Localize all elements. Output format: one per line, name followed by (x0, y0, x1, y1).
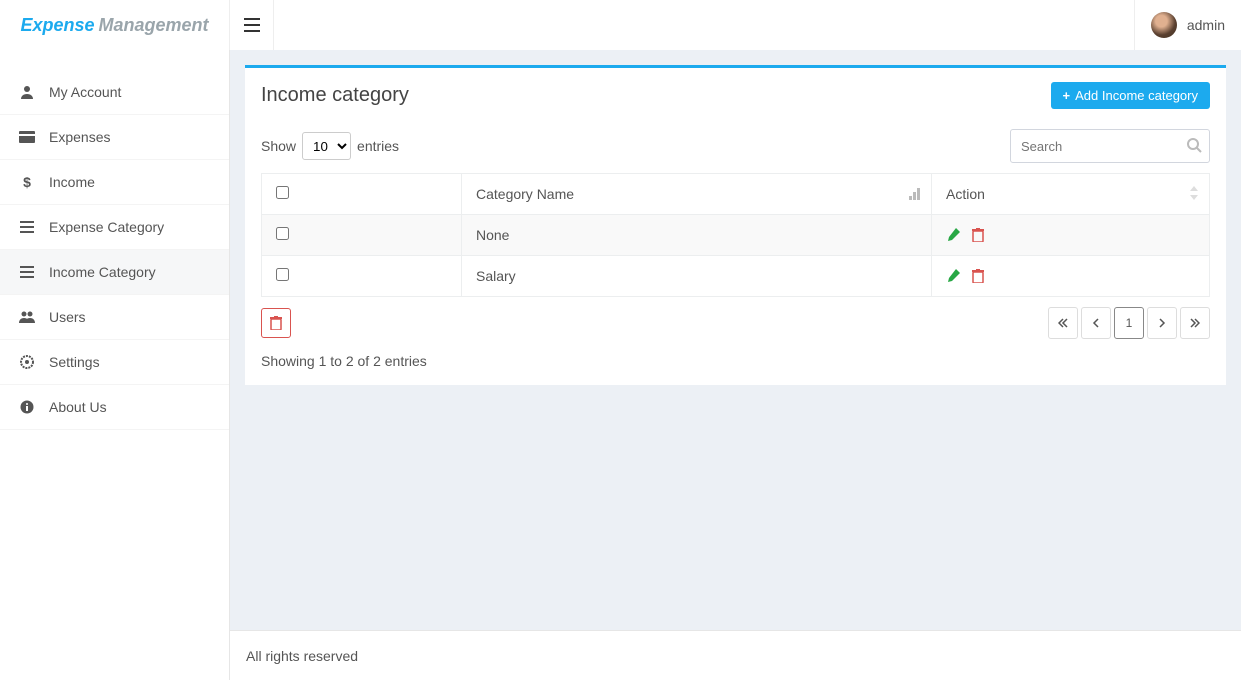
pagination: 1 (1045, 307, 1210, 339)
username-label: admin (1187, 17, 1225, 33)
header-label: Action (946, 186, 985, 202)
panel: Income category + Add Income category Sh… (245, 65, 1226, 385)
sort-icon (1189, 186, 1199, 200)
delete-button[interactable] (972, 228, 984, 242)
card-icon (15, 131, 39, 143)
table-row: Salary (262, 256, 1210, 297)
logo-text-1: Expense (20, 15, 94, 36)
sidebar-item-about-us[interactable]: About Us (0, 385, 229, 430)
show-label: Show (261, 138, 296, 154)
sidebar-item-settings[interactable]: Settings (0, 340, 229, 385)
top-header: Expense Management admin (0, 0, 1241, 50)
gear-icon (15, 355, 39, 369)
page-last-button[interactable] (1180, 307, 1210, 339)
search-input[interactable] (1010, 129, 1210, 163)
category-name-cell: None (462, 215, 932, 256)
dollar-icon: $ (15, 174, 39, 190)
action-header[interactable]: Action (932, 174, 1210, 215)
chevrons-right-icon (1190, 318, 1200, 328)
header-label: Category Name (476, 186, 574, 202)
search-wrap (1010, 129, 1210, 163)
sidebar-item-label: Expense Category (49, 219, 164, 235)
trash-icon (270, 316, 282, 330)
entries-select[interactable]: 10 (302, 132, 351, 160)
page-number-button[interactable]: 1 (1114, 307, 1144, 339)
chevron-right-icon (1158, 318, 1166, 328)
table-row: None (262, 215, 1210, 256)
sidebar-item-income[interactable]: $ Income (0, 160, 229, 205)
table-footer-controls: 1 (261, 307, 1210, 339)
sidebar-item-label: About Us (49, 399, 107, 415)
page-next-button[interactable] (1147, 307, 1177, 339)
page-prev-button[interactable] (1081, 307, 1111, 339)
sidebar-toggle-button[interactable] (230, 0, 274, 50)
search-icon (1186, 137, 1202, 153)
users-icon (15, 311, 39, 323)
entries-control: Show 10 entries (261, 132, 399, 160)
sidebar-item-label: My Account (49, 84, 121, 100)
sidebar-item-label: Income (49, 174, 95, 190)
main-content: Income category + Add Income category Sh… (230, 50, 1241, 630)
add-income-category-button[interactable]: + Add Income category (1051, 82, 1210, 109)
list-icon (15, 221, 39, 233)
user-icon (15, 85, 39, 99)
table-controls: Show 10 entries (261, 123, 1210, 173)
sort-asc-icon (909, 186, 921, 200)
category-name-header[interactable]: Category Name (462, 174, 932, 215)
edit-button[interactable] (946, 228, 960, 242)
sidebar-item-my-account[interactable]: My Account (0, 70, 229, 115)
sidebar-item-label: Income Category (49, 264, 156, 280)
row-checkbox[interactable] (276, 268, 289, 281)
panel-header: Income category + Add Income category (245, 68, 1226, 123)
sidebar-item-expense-category[interactable]: Expense Category (0, 205, 229, 250)
page-number-label: 1 (1126, 316, 1133, 330)
hamburger-icon (244, 18, 260, 32)
user-menu[interactable]: admin (1134, 0, 1241, 50)
avatar (1151, 12, 1177, 38)
page-first-button[interactable] (1048, 307, 1078, 339)
chevrons-left-icon (1058, 318, 1068, 328)
sidebar-item-label: Expenses (49, 129, 110, 145)
bulk-delete-button[interactable] (261, 308, 291, 338)
sidebar-item-label: Settings (49, 354, 100, 370)
sidebar-item-expenses[interactable]: Expenses (0, 115, 229, 160)
edit-button[interactable] (946, 269, 960, 283)
footer: All rights reserved (230, 630, 1241, 680)
sidebar-item-users[interactable]: Users (0, 295, 229, 340)
info-icon (15, 400, 39, 414)
add-button-label: Add Income category (1075, 88, 1198, 103)
sidebar-item-label: Users (49, 309, 86, 325)
footer-text: All rights reserved (246, 648, 358, 664)
list-icon (15, 266, 39, 278)
showing-summary: Showing 1 to 2 of 2 entries (261, 353, 1210, 369)
plus-icon: + (1063, 88, 1071, 103)
chevron-left-icon (1092, 318, 1100, 328)
data-table: Category Name Action None (261, 173, 1210, 297)
logo[interactable]: Expense Management (0, 0, 230, 50)
sidebar: My Account Expenses $ Income Expense Cat… (0, 50, 230, 680)
logo-text-2: Management (99, 15, 209, 36)
category-name-cell: Salary (462, 256, 932, 297)
page-title: Income category (261, 84, 409, 107)
svg-text:$: $ (23, 174, 31, 190)
select-all-checkbox[interactable] (276, 186, 289, 199)
sidebar-item-income-category[interactable]: Income Category (0, 250, 229, 295)
entries-label: entries (357, 138, 399, 154)
row-checkbox[interactable] (276, 227, 289, 240)
select-all-header (262, 174, 462, 215)
delete-button[interactable] (972, 269, 984, 283)
panel-body: Show 10 entries (245, 123, 1226, 385)
